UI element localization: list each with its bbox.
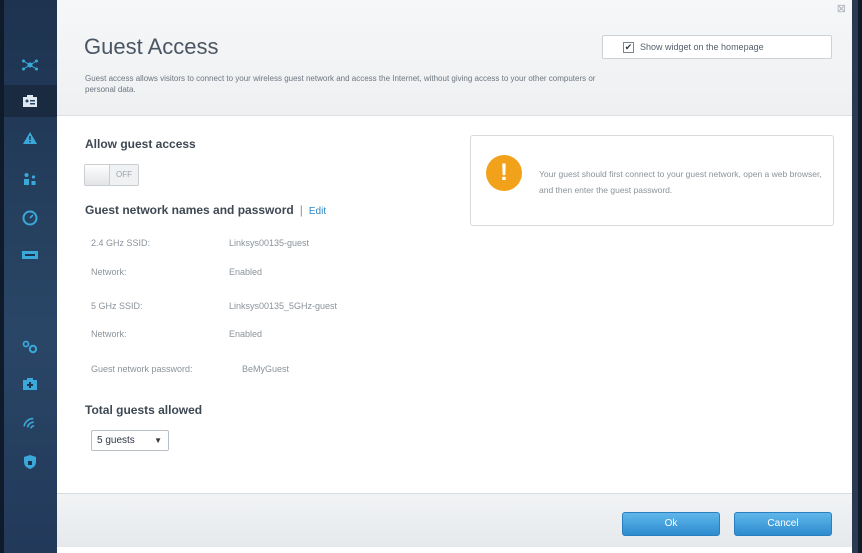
ssid-24-label: 2.4 GHz SSID:	[91, 238, 151, 248]
panel-header: ⊠ Guest Access Guest access allows visit…	[57, 0, 852, 116]
show-widget-label: Show widget on the homepage	[640, 42, 764, 52]
wireless-icon[interactable]	[16, 413, 44, 435]
guest-networks-heading: Guest network names and password | Edit	[85, 203, 326, 217]
troubleshooting-icon[interactable]	[16, 373, 44, 395]
edit-link[interactable]: Edit	[309, 206, 326, 217]
total-guests-heading: Total guests allowed	[85, 403, 203, 417]
warning-icon[interactable]	[16, 127, 44, 149]
guest-password-label: Guest network password:	[91, 364, 193, 374]
external-storage-icon[interactable]	[16, 244, 44, 266]
guest-access-panel: ⊠ Guest Access Guest access allows visit…	[57, 0, 852, 553]
network-24-value: Enabled	[229, 267, 263, 277]
toggle-state: OFF	[116, 170, 132, 179]
parental-controls-icon[interactable]	[16, 168, 44, 190]
guest-access-icon[interactable]	[16, 90, 44, 112]
ok-button[interactable]: Ok	[622, 512, 720, 536]
panel-footer: Ok Cancel	[57, 493, 852, 547]
guest-password-value: BeMyGuest	[242, 364, 290, 374]
cancel-button[interactable]: Cancel	[734, 512, 832, 536]
network-map-icon[interactable]	[16, 54, 44, 76]
connectivity-icon[interactable]	[16, 336, 44, 358]
ssid-5-label: 5 GHz SSID:	[91, 301, 143, 311]
speed-test-icon[interactable]	[16, 207, 44, 229]
sidebar	[4, 0, 63, 553]
show-widget-option[interactable]: ✔ Show widget on the homepage	[602, 35, 832, 59]
guest-info-text: Your guest should first connect to your …	[539, 169, 822, 195]
security-icon[interactable]	[16, 451, 44, 473]
warning-icon: !	[486, 155, 522, 191]
guest-networks-heading-text: Guest network names and password	[85, 203, 294, 217]
page-title: Guest Access	[84, 34, 219, 59]
allow-guest-heading: Allow guest access	[85, 137, 196, 151]
network-5-label: Network:	[91, 329, 127, 339]
ssid-5-value: Linksys00135_5GHz-guest	[229, 301, 338, 311]
close-icon[interactable]: ⊠	[837, 2, 846, 15]
page-intro: Guest access allows visitors to connect …	[85, 74, 596, 94]
chevron-down-icon: ▼	[154, 436, 162, 445]
guest-access-toggle[interactable]: OFF	[84, 164, 139, 186]
network-24-label: Network:	[91, 267, 127, 277]
ssid-24-value: Linksys00135-guest	[229, 238, 310, 248]
toggle-knob[interactable]	[85, 165, 110, 185]
network-5-value: Enabled	[229, 329, 263, 339]
total-guests-value: 5 guests	[97, 435, 135, 446]
total-guests-select[interactable]: 5 guests ▼	[91, 430, 169, 451]
heading-separator: |	[299, 203, 303, 217]
guest-info-box: ! Your guest should first connect to you…	[470, 135, 834, 226]
show-widget-checkbox[interactable]: ✔	[623, 41, 634, 53]
